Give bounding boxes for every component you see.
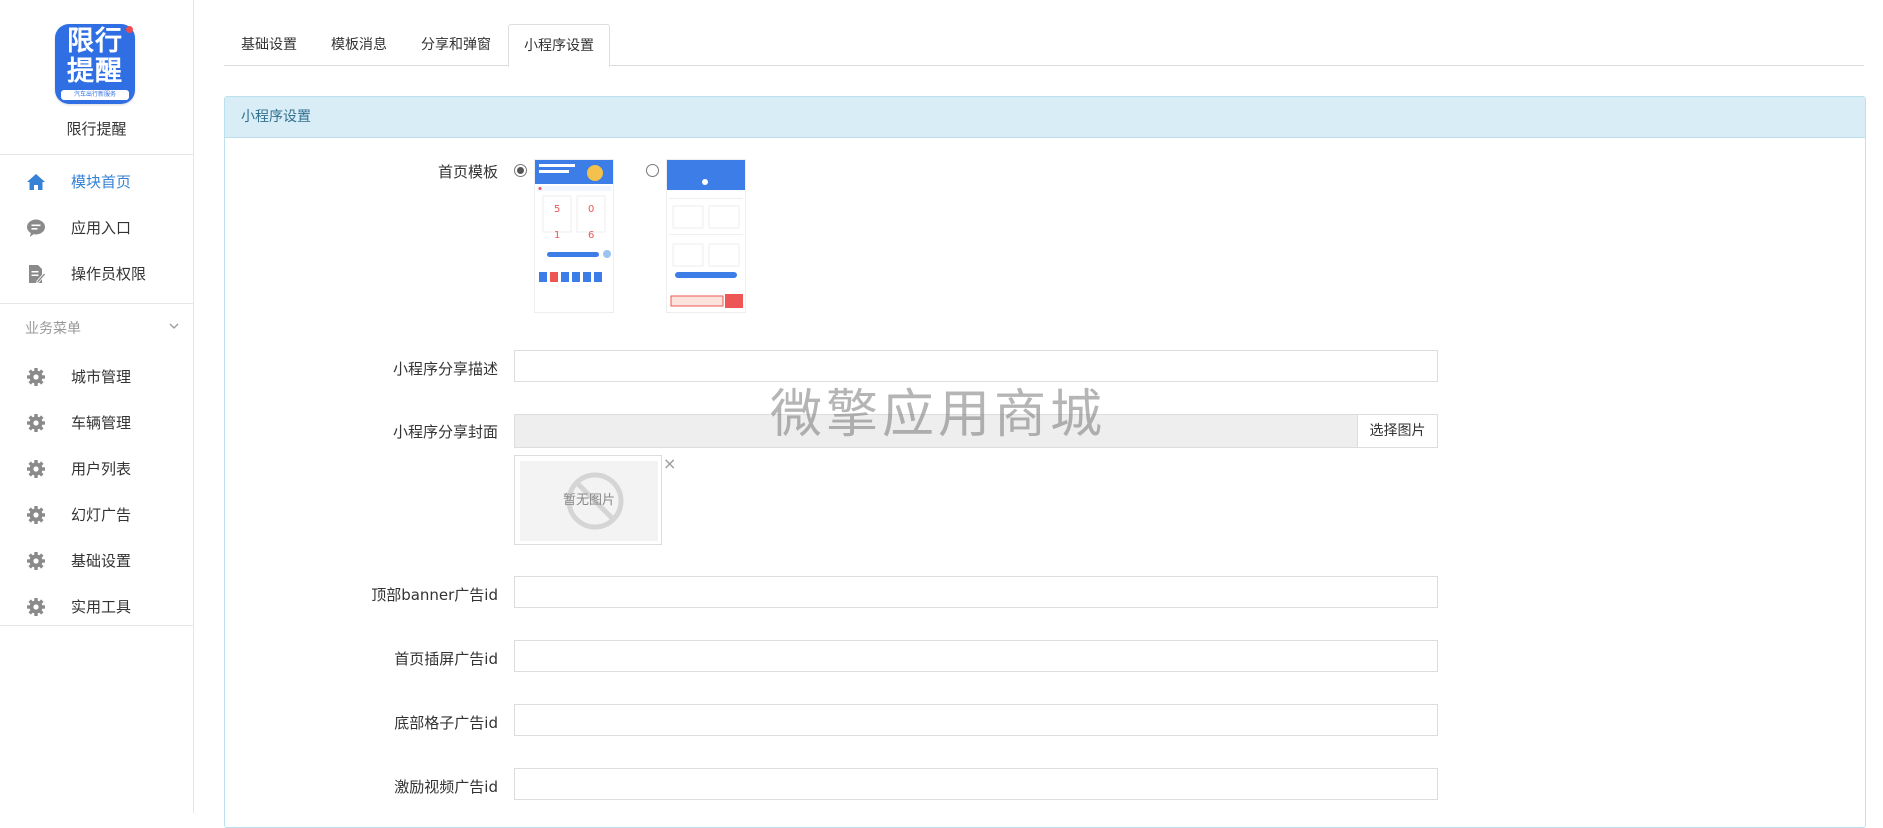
logo-subtitle: 汽车出行新服务 (61, 90, 129, 100)
share-cover-preview: 暂无图片 (514, 455, 662, 545)
sidebar-business-nav: 城市管理 车辆管理 用户列表 幻灯广告 基础设置 实用工具 (0, 354, 193, 630)
sidebar-item-label: 应用入口 (71, 219, 132, 237)
preview-placeholder: 暂无图片 (520, 461, 658, 541)
sidebar-item-label: 实用工具 (71, 598, 132, 616)
gear-icon (27, 414, 45, 432)
business-menu-title: 业务菜单 (25, 321, 81, 337)
sidebar-item-user-list[interactable]: 用户列表 (0, 446, 193, 492)
template-2-radio[interactable] (646, 164, 659, 177)
sidebar-item-label: 操作员权限 (71, 265, 147, 283)
bottom-grid-ad-input[interactable] (514, 704, 1438, 736)
home-icon (27, 174, 45, 190)
app-name: 限行提醒 (66, 120, 127, 138)
tab-share-popup[interactable]: 分享和弹窗 (404, 24, 508, 65)
sidebar-item-operator-permission[interactable]: 操作员权限 (0, 251, 193, 297)
gear-icon (27, 368, 45, 386)
watermark-text: 微擎应用商城 (770, 385, 1107, 445)
sidebar-item-app-entry[interactable]: 应用入口 (0, 205, 193, 251)
reward-video-ad-input[interactable] (514, 768, 1438, 800)
logo-text-line1: 限行 (67, 26, 123, 57)
sidebar-item-label: 模块首页 (71, 173, 132, 191)
app-logo: 限行 提醒 汽车出行新服务 (55, 24, 135, 104)
home-interstitial-ad-input[interactable] (514, 640, 1438, 672)
sidebar-item-module-home[interactable]: 模块首页 (0, 159, 193, 205)
share-cover-label: 小程序分享封面 (392, 423, 498, 441)
svg-text:6: 6 (588, 230, 594, 241)
close-icon[interactable]: × (663, 454, 676, 473)
tab-basic-settings[interactable]: 基础设置 (224, 24, 314, 65)
sidebar: 限行 提醒 汽车出行新服务 限行提醒 模块首页 应用入口 操作员权限 业务菜单 … (0, 0, 194, 813)
template-1-image: 5 0 1 6 (535, 160, 613, 282)
top-banner-ad-label: 顶部banner广告id (371, 586, 498, 604)
sidebar-item-label: 幻灯广告 (71, 506, 132, 524)
logo-text-line2: 提醒 (67, 56, 123, 87)
sidebar-item-label: 城市管理 (71, 368, 132, 386)
top-banner-ad-input[interactable] (514, 576, 1438, 608)
sidebar-item-label: 用户列表 (71, 460, 132, 478)
sidebar-item-vehicle-management[interactable]: 车辆管理 (0, 400, 193, 446)
sidebar-item-label: 基础设置 (71, 552, 132, 570)
gear-icon (27, 552, 45, 570)
home-interstitial-ad-label: 首页插屏广告id (394, 650, 498, 668)
sidebar-top-nav: 模块首页 应用入口 操作员权限 (0, 159, 193, 297)
sidebar-item-slide-ads[interactable]: 幻灯广告 (0, 492, 193, 538)
reward-video-ad-label: 激励视频广告id (394, 778, 498, 796)
svg-text:1: 1 (554, 230, 560, 241)
svg-text:0: 0 (588, 204, 594, 215)
sidebar-item-label: 车辆管理 (71, 414, 132, 432)
gear-icon (27, 506, 45, 524)
sidebar-item-basic-settings[interactable]: 基础设置 (0, 538, 193, 584)
panel-title: 小程序设置 (225, 97, 1865, 138)
edit-document-icon (29, 265, 46, 284)
gear-icon (27, 598, 45, 616)
chat-bubble-icon (27, 219, 45, 237)
home-template-label: 首页模板 (437, 163, 498, 181)
tab-template-message[interactable]: 模板消息 (314, 24, 404, 65)
svg-text:5: 5 (554, 204, 560, 215)
business-menu-toggle[interactable]: 业务菜单 (0, 304, 193, 354)
sidebar-divider (0, 625, 193, 626)
chevron-down-icon (169, 323, 179, 329)
share-description-label: 小程序分享描述 (392, 360, 498, 378)
template-1-preview[interactable]: 5 0 1 6 (534, 159, 614, 313)
settings-tabs: 基础设置 模板消息 分享和弹窗 小程序设置 (224, 24, 1864, 67)
sidebar-header: 限行 提醒 汽车出行新服务 限行提醒 (0, 0, 193, 155)
sidebar-item-utility-tools[interactable]: 实用工具 (0, 584, 193, 630)
tab-miniprogram-settings[interactable]: 小程序设置 (508, 24, 610, 67)
sidebar-item-city-management[interactable]: 城市管理 (0, 354, 193, 400)
template-2-preview[interactable] (666, 159, 746, 313)
no-image-text: 暂无图片 (562, 493, 615, 508)
template-2-image (667, 160, 745, 308)
gear-icon (27, 460, 45, 478)
bottom-grid-ad-label: 底部格子广告id (394, 714, 498, 732)
pick-image-button[interactable]: 选择图片 (1357, 414, 1438, 448)
template-1-radio[interactable] (514, 164, 527, 177)
